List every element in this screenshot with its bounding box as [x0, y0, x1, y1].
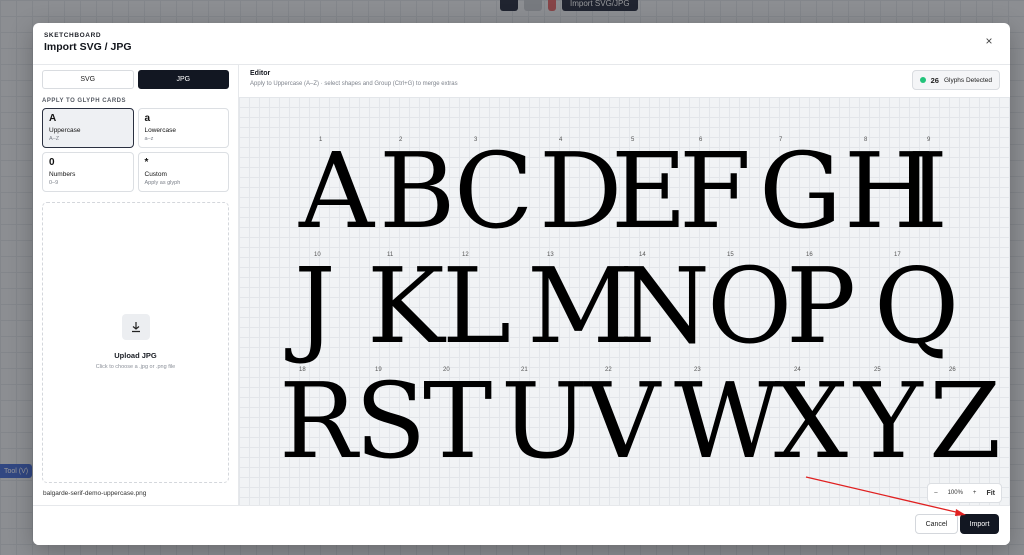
card-title: Uppercase [49, 127, 81, 134]
glyph-preview: F [679, 130, 752, 252]
upload-hint: Click to choose a .jpg or .png file [95, 364, 176, 370]
card-numbers[interactable]: 0 Numbers 0–9 [42, 152, 134, 192]
card-uppercase[interactable]: A Uppercase A–Z [42, 108, 134, 148]
dialog-header: SKETCHBOARD Import SVG / JPG × [33, 23, 1010, 63]
card-sub: 0–9 [49, 180, 59, 186]
detected-count: 26 [930, 75, 939, 85]
glyph-preview: M [527, 245, 634, 367]
editor-instructions: Apply to Uppercase (A–Z) · select shapes… [250, 81, 458, 87]
import-button[interactable]: Import [960, 514, 999, 534]
card-glyph: 0 [49, 157, 55, 168]
status-dot-icon [919, 77, 926, 83]
zoom-fit-button[interactable]: Fit [986, 490, 995, 497]
glyph-preview: R [279, 360, 358, 482]
close-icon[interactable]: × [982, 34, 996, 48]
glyph-preview: S [355, 360, 427, 482]
glyph-preview: E [611, 130, 687, 252]
zoom-in-button[interactable]: + [973, 490, 977, 496]
card-title: Lowercase [144, 127, 176, 134]
glyph-preview: K [367, 245, 445, 367]
card-title: Custom [144, 171, 167, 178]
card-custom[interactable]: * Custom Apply as glyph [137, 152, 229, 192]
glyph-preview: G [759, 130, 843, 252]
glyph-preview: Z [929, 360, 1002, 482]
uploaded-filename: balgarde-serif-demo-uppercase.png [43, 490, 147, 497]
zoom-controls: – 100% + Fit [927, 483, 1002, 503]
left-panel: SVG JPG APPLY TO GLYPH CARDS A Uppercase… [33, 65, 238, 505]
detected-label: Glyphs Detected [943, 76, 992, 84]
glyph-canvas[interactable]: – 100% + Fit 1 A 2 B 3 C 4 D 5 E 6 F 7 G 8 H 9 I 10 J 11 K 12 L… [239, 97, 1010, 505]
glyph-preview: V [585, 360, 661, 482]
card-sub: A–Z [49, 136, 60, 142]
card-sub: Apply as glyph [144, 180, 181, 186]
zoom-level: 100% [947, 490, 963, 496]
glyph-preview: B [379, 130, 456, 252]
glyph-preview: C [454, 130, 534, 252]
card-lowercase[interactable]: a Lowercase a–z [137, 108, 229, 148]
import-dialog: SKETCHBOARD Import SVG / JPG × SVG JPG A… [33, 23, 1010, 545]
glyphs-detected-badge: 26 Glyphs Detected [911, 70, 1000, 90]
dialog-title: Import SVG / JPG [44, 41, 132, 53]
glyph-preview: U [501, 360, 589, 482]
glyph-preview: J [294, 245, 336, 367]
glyph-preview: I [907, 130, 949, 252]
glyph-preview: X [774, 360, 849, 482]
glyph-preview: A [299, 130, 375, 252]
card-glyph: * [144, 157, 149, 168]
card-title: Numbers [49, 171, 76, 178]
glyph-card-options: A Uppercase A–Z a Lowercase a–z 0 Number… [42, 108, 229, 192]
tab-jpg[interactable]: JPG [137, 70, 229, 89]
section-label: APPLY TO GLYPH CARDS [42, 98, 127, 104]
dialog-footer: Cancel Import [33, 505, 1010, 545]
brand-label: SKETCHBOARD [44, 32, 102, 39]
glyph-preview: T [423, 360, 493, 482]
upload-dropzone[interactable]: Upload JPG Click to choose a .jpg or .pn… [42, 202, 229, 483]
glyph-preview: D [539, 130, 623, 252]
editor-title: Editor [250, 70, 271, 77]
glyph-preview: N [619, 245, 710, 367]
zoom-out-button[interactable]: – [934, 490, 937, 496]
card-glyph: A [49, 113, 57, 124]
glyph-preview: Y [854, 360, 923, 482]
glyph-preview: Q [874, 245, 960, 367]
cancel-button[interactable]: Cancel [915, 514, 958, 534]
tab-svg[interactable]: SVG [42, 70, 134, 89]
glyph-preview: W [674, 360, 781, 482]
glyph-preview: O [707, 245, 793, 367]
upload-title: Upload JPG [114, 351, 157, 360]
editor-panel: Editor Apply to Uppercase (A–Z) · select… [239, 65, 1010, 505]
download-icon [122, 314, 150, 340]
format-toggle: SVG JPG [42, 70, 229, 89]
card-sub: a–z [144, 136, 154, 142]
glyph-preview: P [786, 245, 856, 367]
card-glyph: a [144, 113, 151, 124]
editor-header: Editor Apply to Uppercase (A–Z) · select… [239, 65, 1010, 97]
glyph-preview: L [442, 245, 512, 367]
